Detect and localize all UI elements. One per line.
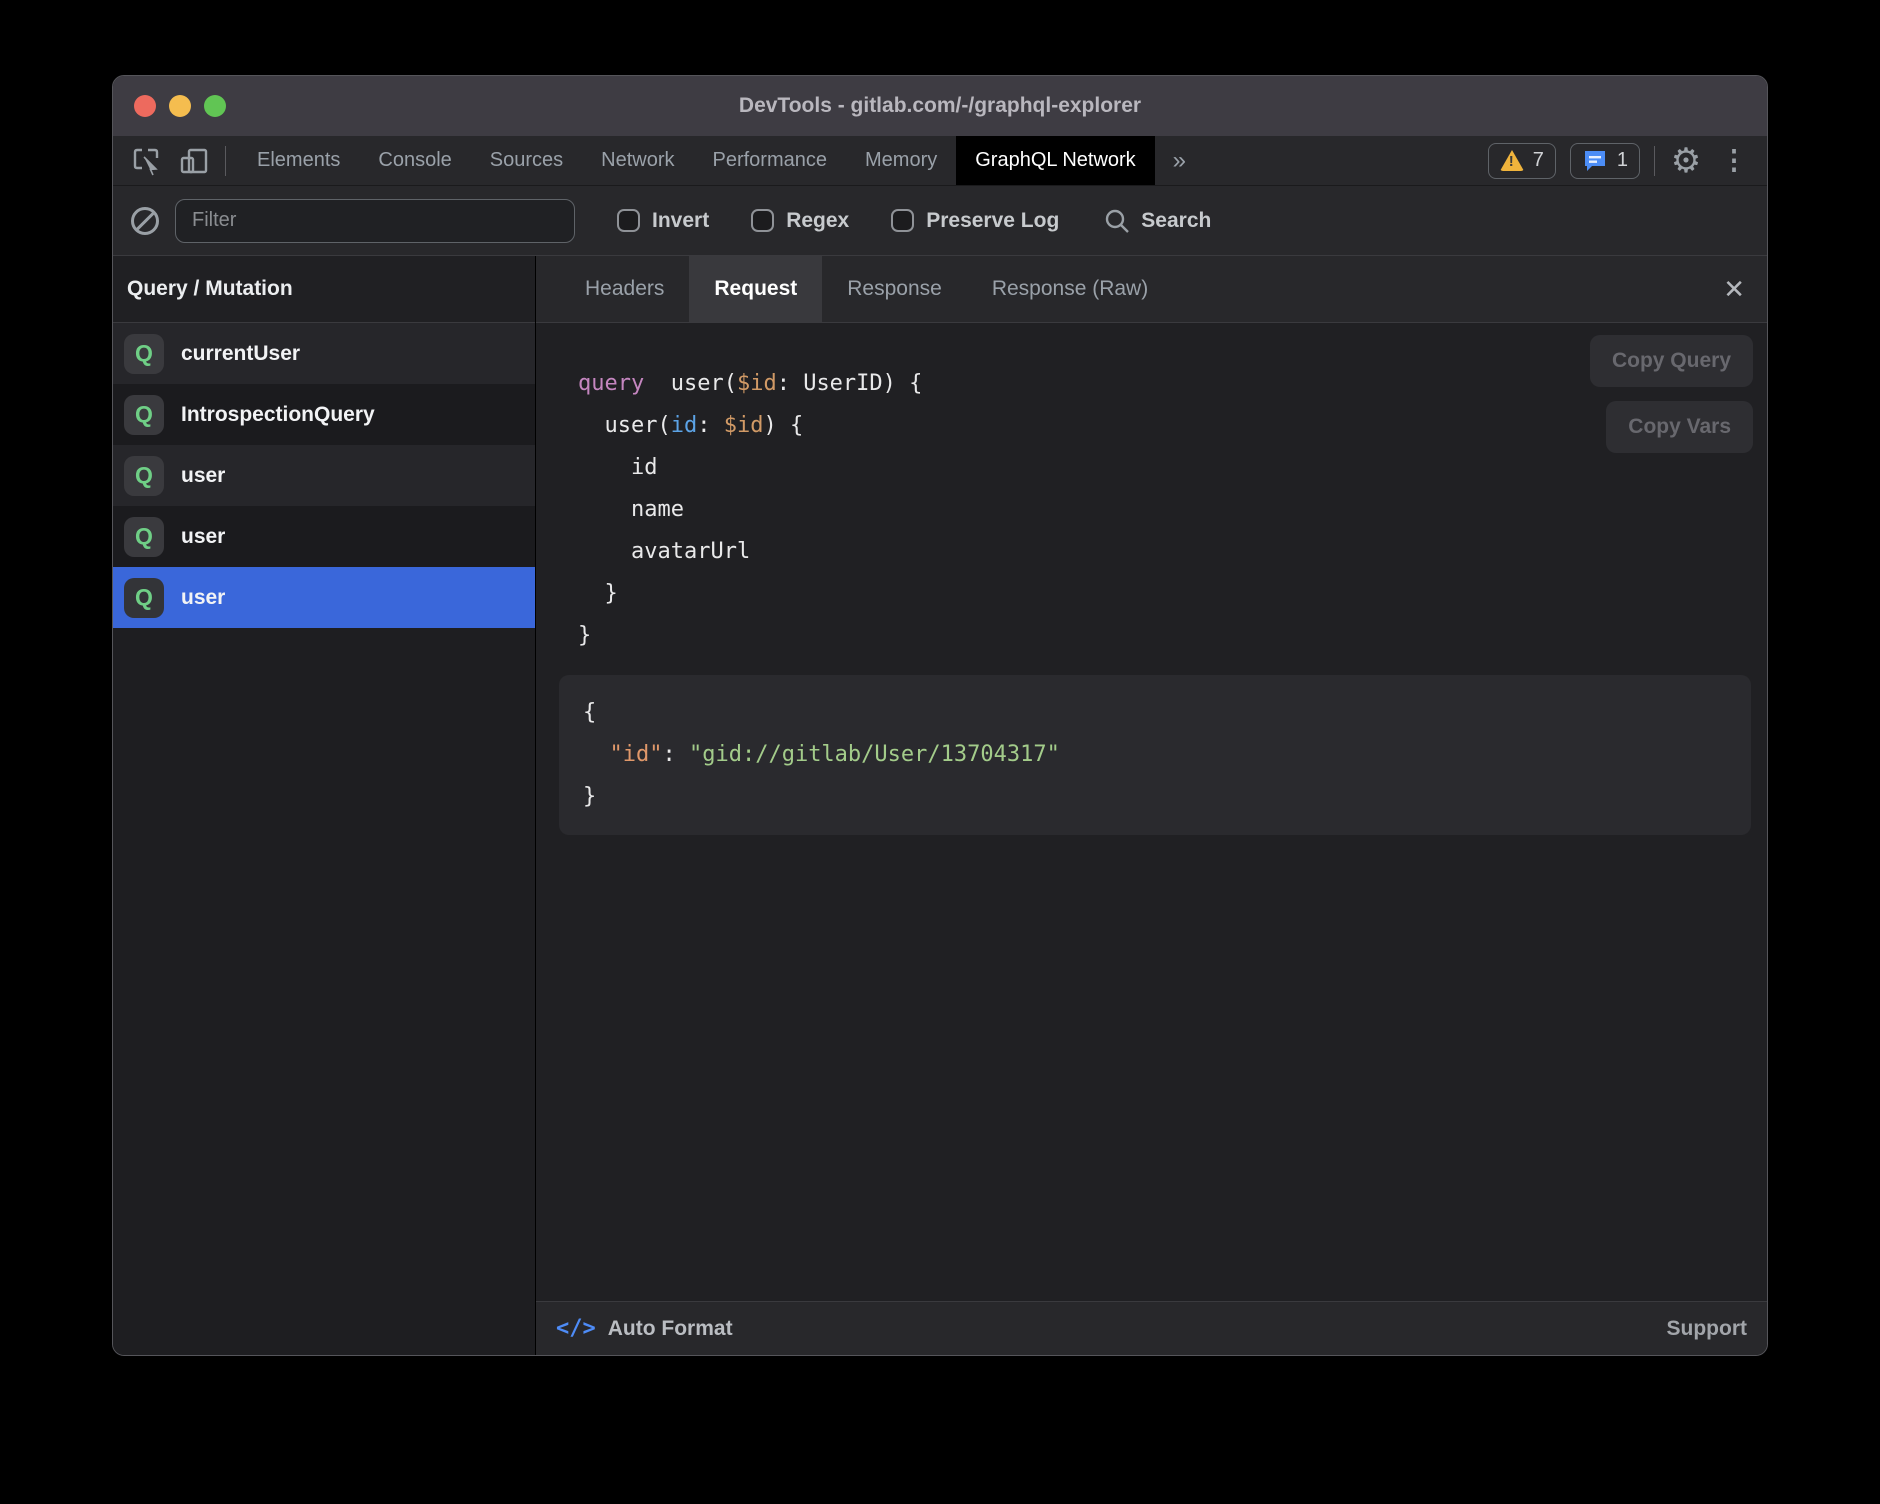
settings-gear-icon[interactable]: ⚙ <box>1669 144 1703 178</box>
search-label: Search <box>1141 209 1211 233</box>
regex-checkbox[interactable] <box>751 209 774 232</box>
copy-vars-button[interactable]: Copy Vars <box>1606 401 1753 453</box>
graphql-query-code: query user($id: UserID) { user(id: $id) … <box>536 323 1767 657</box>
main-split: Query / Mutation Q currentUser Q Introsp… <box>113 256 1767 1355</box>
panel-tab[interactable]: GraphQL Network <box>956 136 1154 185</box>
code-brackets-icon: </> <box>556 1316 596 1341</box>
code-line: "id": "gid://gitlab/User/13704317" <box>583 734 1751 776</box>
request-name: user <box>181 586 225 610</box>
search-icon <box>1103 207 1131 235</box>
request-content: query user($id: UserID) { user(id: $id) … <box>536 323 1767 1301</box>
detail-tabbar: HeadersRequestResponseResponse (Raw) ✕ <box>536 256 1767 323</box>
auto-format-label: Auto Format <box>608 1317 733 1341</box>
request-name: user <box>181 525 225 549</box>
code-line: name <box>578 489 1767 531</box>
panel-tab[interactable]: Sources <box>471 136 582 185</box>
query-type-badge: Q <box>124 395 164 435</box>
warnings-badge[interactable]: 7 <box>1488 143 1556 179</box>
message-icon <box>1582 148 1608 174</box>
request-list: Q currentUser Q IntrospectionQuery Q use… <box>113 323 535 1355</box>
request-list-item[interactable]: Q IntrospectionQuery <box>113 384 535 445</box>
more-tabs-chevron-icon[interactable]: » <box>1155 136 1204 185</box>
code-line: user(id: $id) { <box>578 405 1767 447</box>
auto-format-control[interactable]: </> Auto Format <box>556 1316 733 1341</box>
request-list-item[interactable]: Q currentUser <box>113 323 535 384</box>
network-toolbar: Invert Regex Preserve Log Search <box>113 186 1767 256</box>
titlebar: DevTools - gitlab.com/-/graphql-explorer <box>113 76 1767 136</box>
tabbar-separator <box>225 146 226 176</box>
panel-tab[interactable]: Memory <box>846 136 956 185</box>
variables-box: { "id": "gid://gitlab/User/13704317"} <box>559 675 1751 835</box>
request-list-item[interactable]: Q user <box>113 506 535 567</box>
devtools-tabbar: ElementsConsoleSourcesNetworkPerformance… <box>113 136 1767 186</box>
request-list-item[interactable]: Q user <box>113 567 535 628</box>
invert-label: Invert <box>652 209 709 233</box>
detail-tab[interactable]: Headers <box>560 256 689 322</box>
clear-block-icon[interactable] <box>131 207 159 235</box>
query-type-badge: Q <box>124 456 164 496</box>
regex-label: Regex <box>786 209 849 233</box>
query-type-badge: Q <box>124 578 164 618</box>
devtools-window: DevTools - gitlab.com/-/graphql-explorer… <box>112 75 1768 1356</box>
preserve-log-label: Preserve Log <box>926 209 1059 233</box>
close-panel-icon[interactable]: ✕ <box>1723 256 1745 322</box>
code-line: } <box>578 615 1767 657</box>
panel-tab[interactable]: Console <box>359 136 470 185</box>
code-line: { <box>583 692 1751 734</box>
inspect-element-icon[interactable] <box>129 144 163 178</box>
request-name: IntrospectionQuery <box>181 403 375 427</box>
detail-tab[interactable]: Response <box>822 256 967 322</box>
invert-checkbox-group[interactable]: Invert <box>617 209 709 233</box>
panel-tabs: ElementsConsoleSourcesNetworkPerformance… <box>238 136 1155 185</box>
issues-count: 1 <box>1617 149 1628 172</box>
panel-tab[interactable]: Performance <box>694 136 847 185</box>
support-link[interactable]: Support <box>1667 1317 1747 1341</box>
warning-icon <box>1500 150 1524 171</box>
kebab-menu-icon[interactable]: ⋮ <box>1717 144 1751 178</box>
code-line: query user($id: UserID) { <box>578 363 1767 405</box>
code-line: id <box>578 447 1767 489</box>
filter-input[interactable] <box>175 199 575 243</box>
window-title: DevTools - gitlab.com/-/graphql-explorer <box>113 94 1767 118</box>
request-name: user <box>181 464 225 488</box>
detail-panel: HeadersRequestResponseResponse (Raw) ✕ qu… <box>536 256 1767 1355</box>
copy-query-button[interactable]: Copy Query <box>1590 335 1753 387</box>
detail-tab[interactable]: Request <box>689 256 822 322</box>
preserve-log-checkbox[interactable] <box>891 209 914 232</box>
code-line: avatarUrl <box>578 531 1767 573</box>
search-control[interactable]: Search <box>1103 207 1211 235</box>
code-line: } <box>578 573 1767 615</box>
query-type-badge: Q <box>124 517 164 557</box>
panel-footer: </> Auto Format Support <box>536 1301 1767 1355</box>
query-type-badge: Q <box>124 334 164 374</box>
regex-checkbox-group[interactable]: Regex <box>751 209 849 233</box>
issues-badge[interactable]: 1 <box>1570 143 1640 179</box>
detail-tab[interactable]: Response (Raw) <box>967 256 1173 322</box>
code-line: } <box>583 776 1751 818</box>
preserve-log-checkbox-group[interactable]: Preserve Log <box>891 209 1059 233</box>
sidebar-header: Query / Mutation <box>113 256 535 323</box>
request-name: currentUser <box>181 342 300 366</box>
invert-checkbox[interactable] <box>617 209 640 232</box>
controls-separator <box>1654 146 1655 176</box>
panel-tab[interactable]: Network <box>582 136 693 185</box>
warnings-count: 7 <box>1533 149 1544 172</box>
device-toolbar-icon[interactable] <box>177 144 211 178</box>
tabbar-icons <box>113 136 238 185</box>
tabbar-right-controls: 7 1 ⚙ ⋮ <box>1488 136 1767 185</box>
request-list-item[interactable]: Q user <box>113 445 535 506</box>
request-sidebar: Query / Mutation Q currentUser Q Introsp… <box>113 256 535 1355</box>
panel-tab[interactable]: Elements <box>238 136 359 185</box>
